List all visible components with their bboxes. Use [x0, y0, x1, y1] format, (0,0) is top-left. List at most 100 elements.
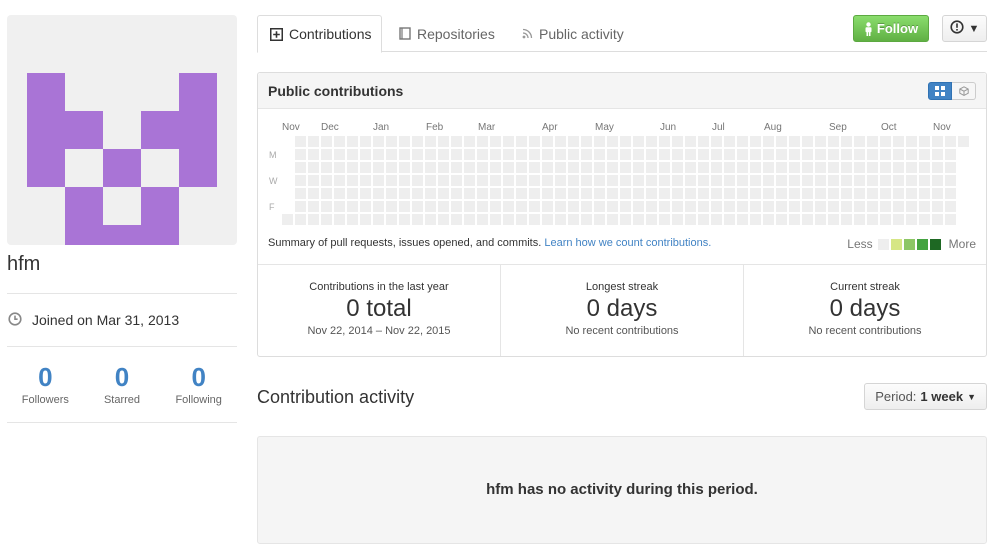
calendar-day[interactable]: [672, 162, 683, 173]
calendar-day[interactable]: [893, 214, 904, 225]
calendar-day[interactable]: [477, 162, 488, 173]
calendar-day[interactable]: [516, 188, 527, 199]
calendar-day[interactable]: [841, 201, 852, 212]
calendar-day[interactable]: [919, 188, 930, 199]
calendar-day[interactable]: [633, 188, 644, 199]
calendar-day[interactable]: [542, 175, 553, 186]
calendar-day[interactable]: [828, 136, 839, 147]
more-options-button[interactable]: ▼: [942, 15, 987, 42]
calendar-day[interactable]: [477, 136, 488, 147]
calendar-day[interactable]: [568, 214, 579, 225]
calendar-day[interactable]: [568, 175, 579, 186]
calendar-day[interactable]: [555, 175, 566, 186]
calendar-day[interactable]: [672, 136, 683, 147]
calendar-day[interactable]: [724, 162, 735, 173]
calendar-day[interactable]: [685, 214, 696, 225]
calendar-day[interactable]: [568, 149, 579, 160]
calendar-day[interactable]: [659, 201, 670, 212]
calendar-day[interactable]: [698, 201, 709, 212]
calendar-day[interactable]: [529, 201, 540, 212]
calendar-day[interactable]: [776, 175, 787, 186]
calendar-day[interactable]: [555, 201, 566, 212]
calendar-day[interactable]: [789, 201, 800, 212]
calendar-day[interactable]: [360, 162, 371, 173]
calendar-day[interactable]: [815, 136, 826, 147]
calendar-day[interactable]: [620, 149, 631, 160]
calendar-day[interactable]: [919, 162, 930, 173]
calendar-day[interactable]: [854, 201, 865, 212]
calendar-day[interactable]: [399, 214, 410, 225]
calendar-day[interactable]: [802, 136, 813, 147]
calendar-day[interactable]: [607, 201, 618, 212]
calendar-day[interactable]: [867, 162, 878, 173]
calendar-day[interactable]: [477, 175, 488, 186]
calendar-day[interactable]: [867, 188, 878, 199]
calendar-day[interactable]: [594, 214, 605, 225]
period-select-button[interactable]: Period: 1 week ▼: [864, 383, 987, 410]
calendar-day[interactable]: [945, 201, 956, 212]
calendar-day[interactable]: [893, 136, 904, 147]
calendar-day[interactable]: [542, 201, 553, 212]
calendar-day[interactable]: [763, 149, 774, 160]
calendar-day[interactable]: [737, 175, 748, 186]
calendar-day[interactable]: [854, 162, 865, 173]
calendar-day[interactable]: [659, 214, 670, 225]
calendar-day[interactable]: [750, 214, 761, 225]
calendar-day[interactable]: [945, 188, 956, 199]
calendar-day[interactable]: [373, 201, 384, 212]
calendar-day[interactable]: [646, 214, 657, 225]
calendar-day[interactable]: [880, 188, 891, 199]
calendar-day[interactable]: [529, 149, 540, 160]
calendar-day[interactable]: [464, 188, 475, 199]
calendar-day[interactable]: [412, 149, 423, 160]
calendar-day[interactable]: [321, 136, 332, 147]
calendar-day[interactable]: [477, 149, 488, 160]
calendar-day[interactable]: [633, 201, 644, 212]
calendar-day[interactable]: [633, 162, 644, 173]
calendar-day[interactable]: [334, 201, 345, 212]
calendar-day[interactable]: [321, 201, 332, 212]
calendar-day[interactable]: [373, 162, 384, 173]
calendar-day[interactable]: [386, 188, 397, 199]
calendar-day[interactable]: [373, 149, 384, 160]
calendar-day[interactable]: [880, 214, 891, 225]
calendar-day[interactable]: [334, 162, 345, 173]
calendar-day[interactable]: [867, 136, 878, 147]
tab-repositories[interactable]: Repositories: [387, 15, 507, 52]
calendar-day[interactable]: [802, 175, 813, 186]
calendar-day[interactable]: [438, 149, 449, 160]
calendar-day[interactable]: [919, 175, 930, 186]
calendar-day[interactable]: [568, 201, 579, 212]
calendar-day[interactable]: [555, 214, 566, 225]
calendar-day[interactable]: [542, 136, 553, 147]
calendar-day[interactable]: [399, 201, 410, 212]
calendar-day[interactable]: [867, 201, 878, 212]
calendar-day[interactable]: [490, 214, 501, 225]
calendar-day[interactable]: [542, 162, 553, 173]
calendar-day[interactable]: [815, 149, 826, 160]
calendar-day[interactable]: [776, 188, 787, 199]
calendar-day[interactable]: [750, 149, 761, 160]
calendar-day[interactable]: [763, 136, 774, 147]
calendar-day[interactable]: [698, 136, 709, 147]
calendar-day[interactable]: [542, 188, 553, 199]
calendar-day[interactable]: [945, 162, 956, 173]
tab-public-activity[interactable]: Public activity: [510, 15, 636, 52]
calendar-day[interactable]: [581, 214, 592, 225]
calendar-day[interactable]: [425, 162, 436, 173]
calendar-day[interactable]: [568, 188, 579, 199]
calendar-day[interactable]: [724, 214, 735, 225]
calendar-day[interactable]: [464, 136, 475, 147]
calendar-day[interactable]: [932, 136, 943, 147]
calendar-day[interactable]: [932, 188, 943, 199]
calendar-day[interactable]: [841, 214, 852, 225]
calendar-day[interactable]: [412, 214, 423, 225]
calendar-day[interactable]: [295, 201, 306, 212]
calendar-day[interactable]: [308, 188, 319, 199]
calendar-day[interactable]: [529, 136, 540, 147]
calendar-day[interactable]: [659, 175, 670, 186]
calendar-day[interactable]: [685, 136, 696, 147]
calendar-day[interactable]: [542, 214, 553, 225]
calendar-day[interactable]: [932, 162, 943, 173]
calendar-day[interactable]: [828, 162, 839, 173]
